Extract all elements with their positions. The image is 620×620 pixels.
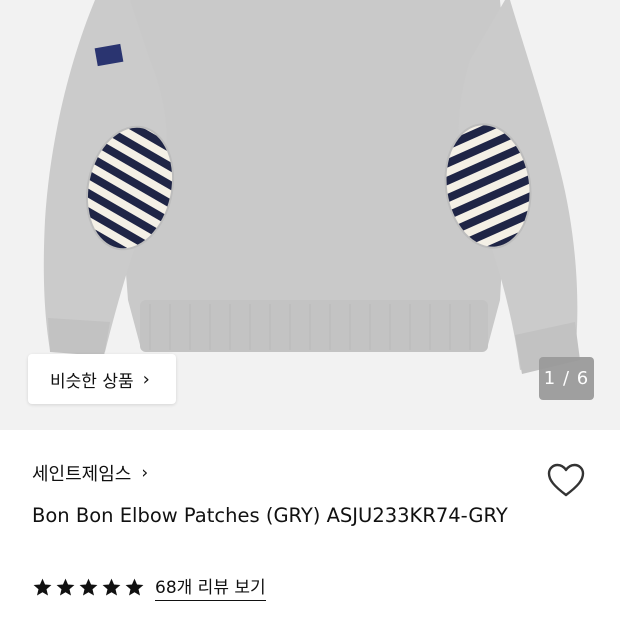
star-icon (33, 578, 52, 596)
star-icon (79, 578, 98, 596)
image-page-indicator: 1 / 6 (539, 357, 594, 400)
star-icon (102, 578, 121, 596)
star-icon (56, 578, 75, 596)
view-reviews-link[interactable]: 68개 리뷰 보기 (155, 573, 266, 601)
heart-outline-icon[interactable] (546, 461, 586, 501)
rating-row: 68개 리뷰 보기 (32, 573, 266, 601)
chevron-right-icon: › (142, 368, 150, 390)
brand-link[interactable]: 세인트제임스 › (32, 460, 148, 486)
brand-name: 세인트제임스 (32, 464, 132, 485)
product-title: Bon Bon Elbow Patches (GRY) ASJU233KR74-… (32, 504, 508, 527)
chevron-right-icon: › (141, 463, 149, 483)
similar-products-button[interactable]: 비슷한 상품 › (28, 354, 176, 404)
star-rating (32, 577, 145, 598)
star-icon (125, 578, 144, 596)
similar-products-label: 비슷한 상품 (50, 371, 134, 392)
product-image-carousel[interactable]: 비슷한 상품 › 1 / 6 (0, 0, 620, 430)
